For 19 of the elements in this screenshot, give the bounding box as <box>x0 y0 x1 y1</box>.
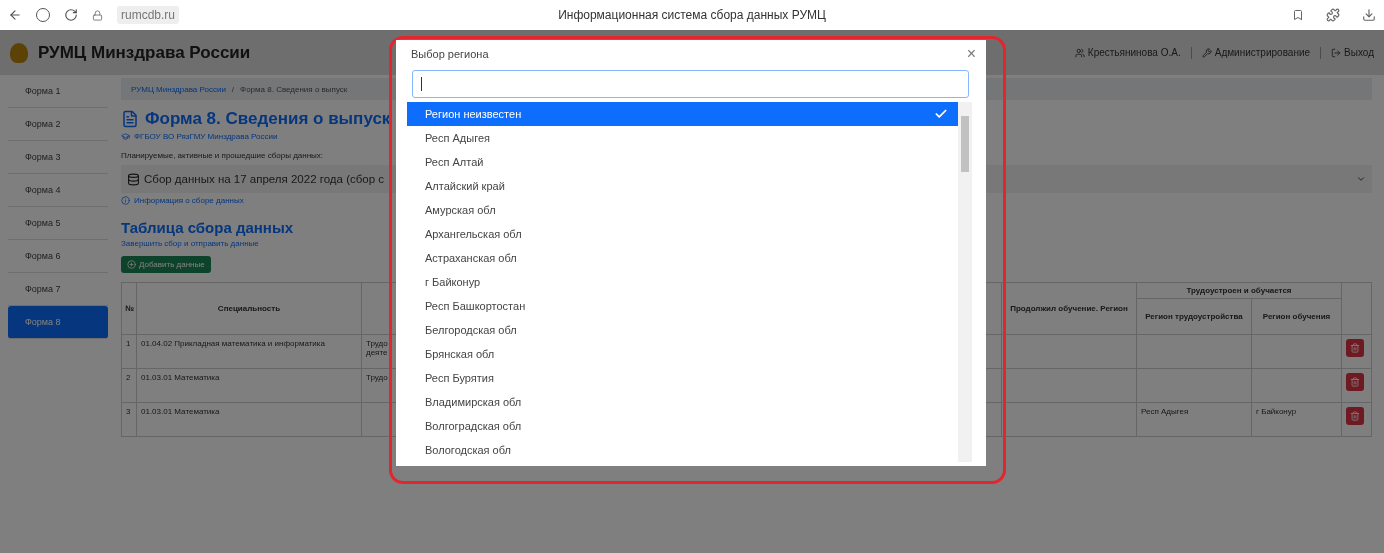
column-header: Специальность <box>136 282 362 335</box>
table-cell: Респ Адыгея <box>1136 402 1252 437</box>
column-header: № <box>121 282 137 335</box>
dialog-title: Выбор региона <box>411 48 489 60</box>
table-cell: 01.04.02 Прикладная математика и информатика <box>136 334 362 369</box>
page-heading: Форма 8. Сведения о выпуск <box>145 109 391 129</box>
column-header: Продолжил обучение. Регион <box>1001 282 1137 335</box>
collections-label: Планируемые, активные и прошедшие сборы данных: <box>121 151 324 160</box>
page-title: Информационная система сбора данных РУМЦ <box>558 8 826 22</box>
table-cell: 2 <box>121 368 137 403</box>
table-cell: 01.03.01 Математика <box>136 402 362 437</box>
column-header: Регион трудоустройства <box>1136 298 1252 335</box>
column-header: Трудоустроен и обучается <box>1136 282 1342 299</box>
table-cell: г Байконур <box>1251 402 1342 437</box>
table-cell: 3 <box>121 402 137 437</box>
section-heading: Таблица сбора данных <box>121 219 294 236</box>
breadcrumb-separator: / <box>231 84 235 94</box>
table-cell: 1 <box>121 334 137 369</box>
table-cell: 01.03.01 Математика <box>136 368 362 403</box>
